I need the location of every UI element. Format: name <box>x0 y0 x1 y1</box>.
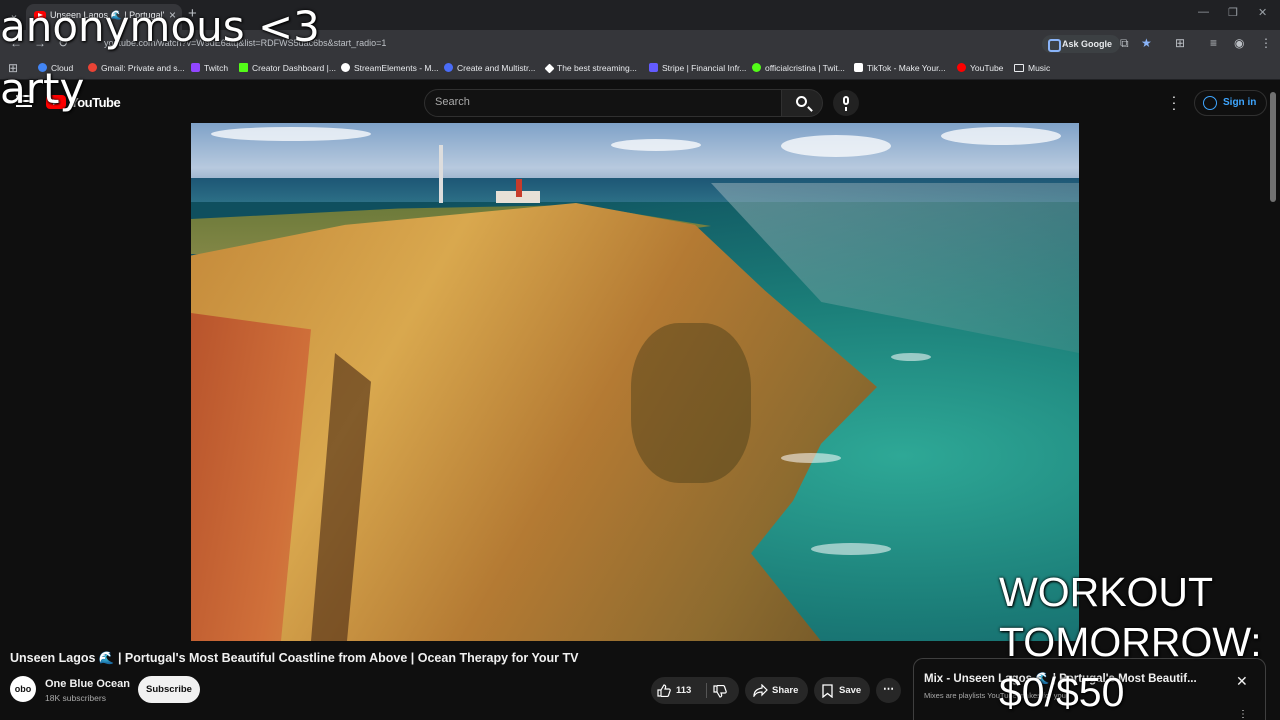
twitch-icon <box>191 63 200 72</box>
bookmark-folder-music[interactable]: Music <box>1014 63 1050 73</box>
bookmark-youtube[interactable]: YouTube <box>957 63 1003 73</box>
streamelements-icon <box>341 63 350 72</box>
folder-icon <box>1014 64 1024 72</box>
share-icon <box>753 684 768 697</box>
subscriber-count: 18K subscribers <box>45 693 106 703</box>
bookmark-star-icon[interactable]: ★ <box>1141 36 1152 50</box>
share-label: Share <box>772 685 799 696</box>
share-button[interactable]: Share <box>745 677 808 704</box>
bookmark-tiktok[interactable]: TikTok - Make Your... <box>854 63 946 73</box>
overlay-goal-progress: $0/$50 <box>999 669 1125 715</box>
bookmark-restream[interactable]: Create and Multistr... <box>444 63 535 73</box>
google-icon <box>88 63 97 72</box>
like-count[interactable]: 113 <box>676 677 691 704</box>
account-icon <box>1203 96 1217 110</box>
microphone-icon <box>843 96 849 111</box>
profile-icon[interactable]: ◉ <box>1234 36 1244 50</box>
save-label: Save <box>839 685 862 696</box>
dislike-icon[interactable] <box>713 685 727 698</box>
lighthouse <box>516 179 522 197</box>
stripe-icon <box>649 63 658 72</box>
like-icon[interactable] <box>657 684 671 697</box>
overlay-goal-line2: TOMORROW: <box>999 619 1262 665</box>
kick-icon <box>239 63 248 72</box>
channel-name[interactable]: One Blue Ocean <box>45 678 130 690</box>
extensions-icon[interactable]: ⊞ <box>1175 36 1185 50</box>
install-app-icon[interactable]: ⧉ <box>1120 36 1129 51</box>
restream-icon <box>444 63 453 72</box>
close-window-button[interactable]: ✕ <box>1258 6 1267 19</box>
like-dislike-group: 113 <box>651 677 739 704</box>
search-icon <box>796 96 807 107</box>
overlay-goal-line1: WORKOUT <box>999 569 1214 615</box>
chrome-menu-icon[interactable]: ⋮ <box>1260 36 1272 50</box>
bookmark-streaming[interactable]: The best streaming... <box>544 63 637 74</box>
bookmark-creator-dashboard[interactable]: Creator Dashboard |... <box>239 63 336 73</box>
channel-avatar[interactable]: obo <box>10 676 36 702</box>
close-icon[interactable]: ✕ <box>1236 673 1248 690</box>
overlay-second-name: arty <box>0 64 85 113</box>
diamond-icon <box>544 63 555 74</box>
youtube-header: YouTube ··· Sign in <box>0 81 1280 123</box>
radio-tower <box>439 145 443 203</box>
video-title: Unseen Lagos 🌊 | Portugal's Most Beautif… <box>10 651 579 665</box>
settings-menu-icon[interactable]: · · · <box>1170 89 1178 115</box>
scrollbar-thumb[interactable] <box>1270 92 1276 202</box>
bookmark-gmail[interactable]: Gmail: Private and s... <box>88 63 185 73</box>
bookmark-twitch[interactable]: Twitch <box>191 63 228 73</box>
save-button[interactable]: Save <box>814 677 870 704</box>
bookmark-streamelements[interactable]: StreamElements - M... <box>341 63 439 73</box>
overlay-viewer-name: anonymous <3 <box>0 2 320 51</box>
bookmark-officialcristina[interactable]: officialcristina | Twit... <box>752 63 845 73</box>
kick-icon <box>752 63 761 72</box>
search-button[interactable] <box>781 89 823 117</box>
bookmarks-bar: ⊞ Cloud Gmail: Private and s... Twitch C… <box>0 58 1280 80</box>
sign-in-label: Sign in <box>1223 97 1257 108</box>
bookmark-icon <box>822 684 833 698</box>
sign-in-button[interactable]: Sign in <box>1194 90 1268 116</box>
subscribe-button[interactable]: Subscribe <box>138 676 200 703</box>
more-actions-button[interactable]: ⋯ <box>876 678 901 703</box>
bookmark-stripe[interactable]: Stripe | Financial Infr... <box>649 63 746 73</box>
ask-google-button[interactable]: Ask Google <box>1042 35 1121 53</box>
reading-list-icon[interactable]: ≡ <box>1210 36 1217 50</box>
search-input[interactable] <box>435 96 765 108</box>
voice-search-button[interactable] <box>833 90 859 116</box>
mix-menu-icon[interactable]: ⋮ <box>1238 709 1248 720</box>
tiktok-icon <box>854 63 863 72</box>
video-player[interactable] <box>191 123 1079 641</box>
youtube-icon <box>957 63 966 72</box>
minimize-button[interactable]: — <box>1198 6 1209 18</box>
page-scrollbar[interactable] <box>1270 92 1276 720</box>
search-box <box>424 89 782 117</box>
maximize-button[interactable]: ❐ <box>1228 6 1238 19</box>
